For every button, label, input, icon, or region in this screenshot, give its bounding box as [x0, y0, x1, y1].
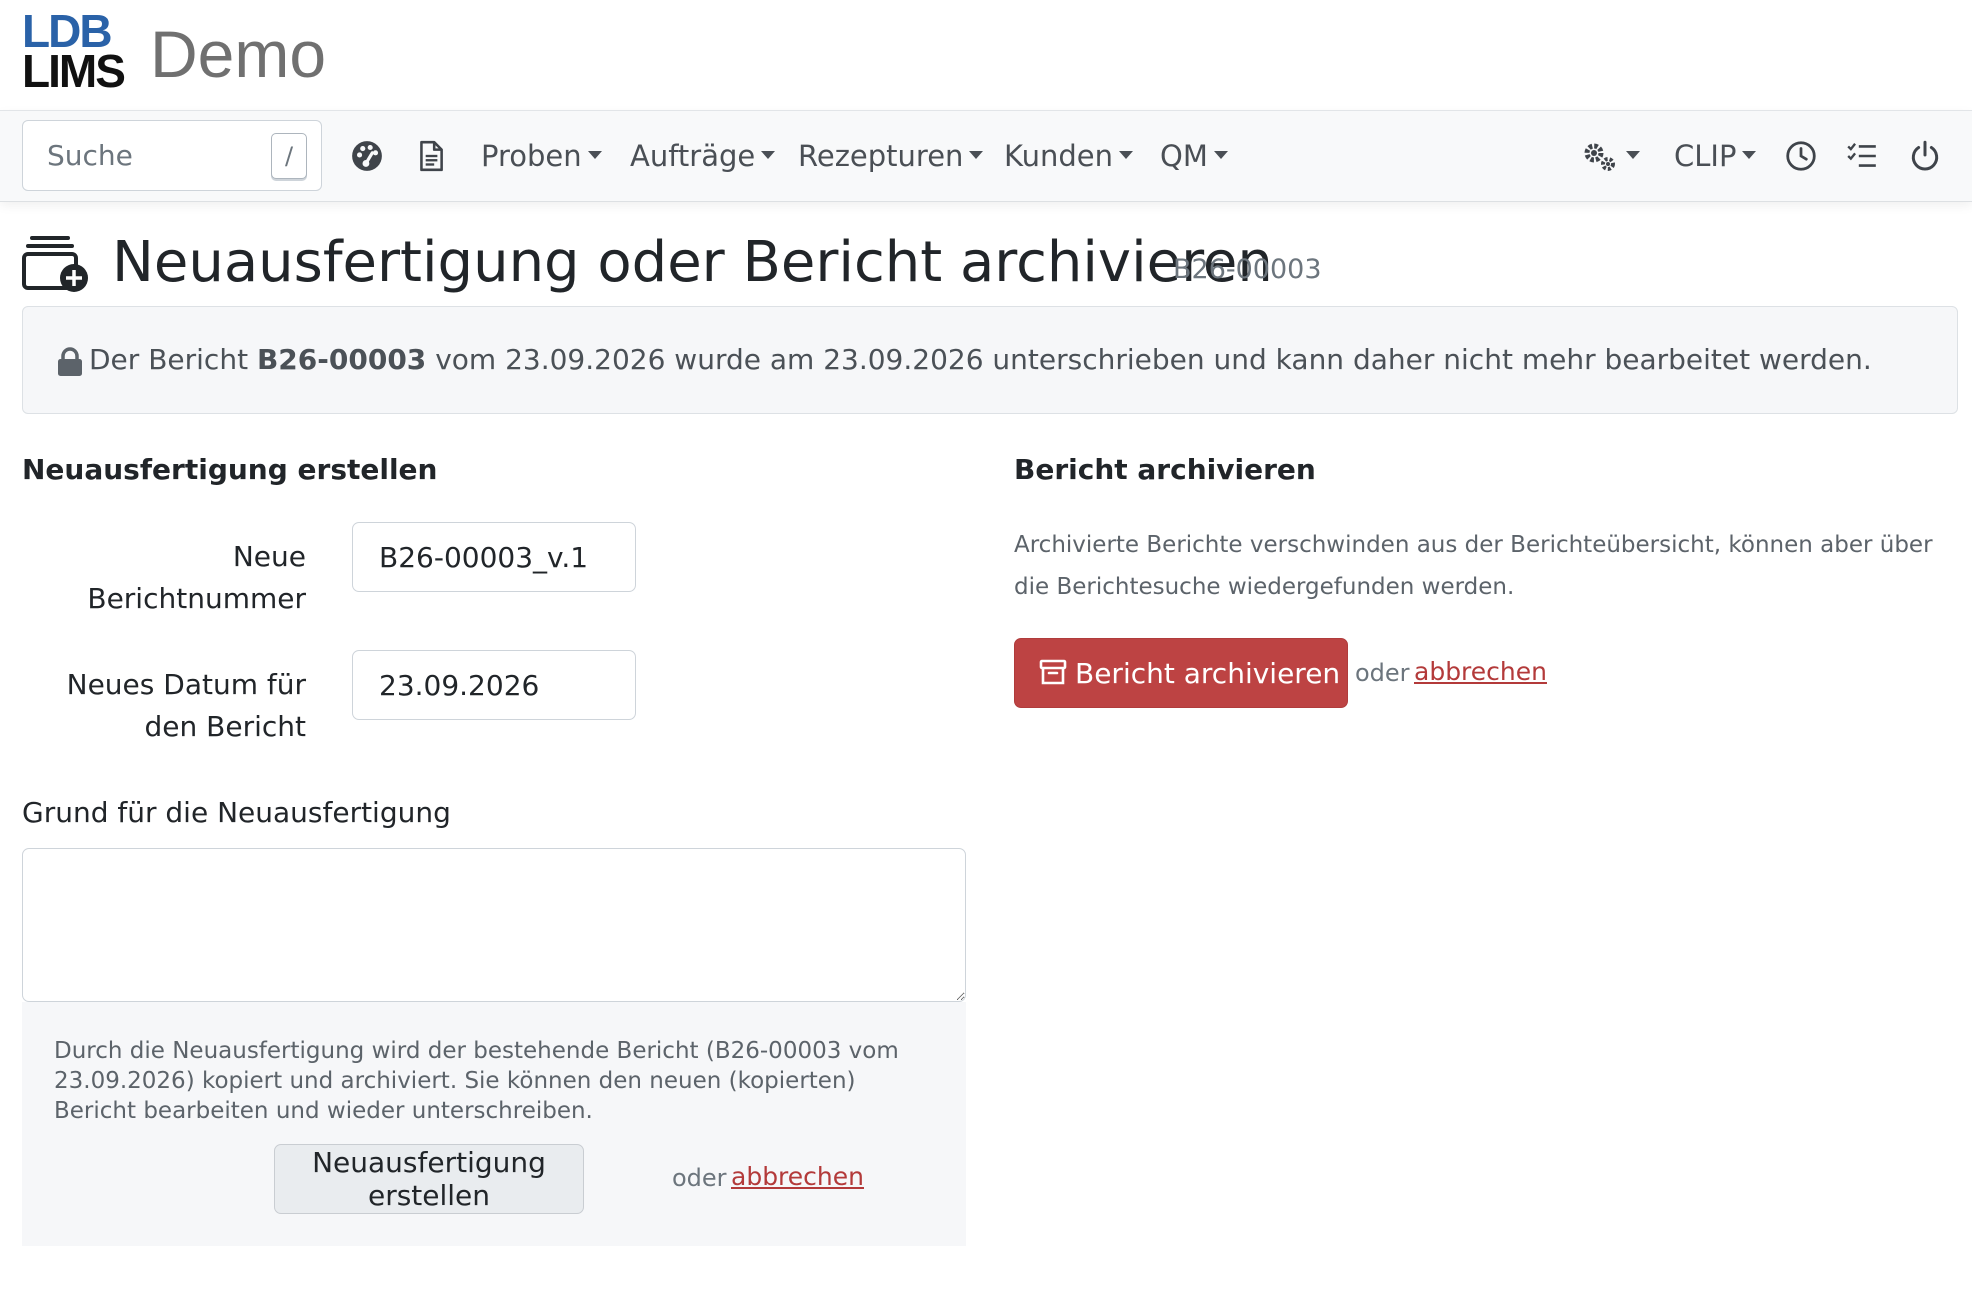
lock-icon	[58, 347, 82, 376]
ldb-lims-logo[interactable]: LDB LIMS	[22, 8, 126, 94]
chevron-down-icon	[1626, 151, 1640, 159]
dashboard-icon[interactable]	[350, 139, 384, 173]
new-date-input[interactable]	[352, 650, 636, 720]
brand-header: LDB LIMS Demo	[22, 8, 1972, 112]
reissue-cancel-link[interactable]: abbrechen	[731, 1157, 864, 1197]
nav-auftraege-dropdown[interactable]: Aufträge	[630, 131, 776, 181]
new-number-label: Neue Berichtnummer	[87, 540, 306, 615]
reissue-heading: Neuausfertigung erstellen	[22, 453, 438, 486]
search-box: /	[22, 120, 322, 191]
document-icon[interactable]	[414, 139, 448, 173]
archive-report-button[interactable]: Bericht archivieren	[1014, 638, 1348, 708]
nav-proben-dropdown[interactable]: Proben	[481, 131, 602, 181]
new-number-input[interactable]	[352, 522, 636, 592]
report-id-badge: B26-00003	[1173, 254, 1322, 285]
archive-or-text: oder	[1355, 659, 1410, 687]
search-input[interactable]	[23, 121, 263, 190]
chevron-down-icon	[1118, 151, 1133, 159]
chevron-down-icon	[587, 151, 602, 159]
search-shortcut-hint: /	[271, 133, 307, 179]
alert-suffix: vom 23.09.2026 wurde am 23.09.2026 unter…	[435, 343, 1872, 376]
create-reissue-button[interactable]: Neuausfertigung erstellen	[274, 1144, 584, 1214]
nav-kunden-dropdown[interactable]: Kunden	[1004, 131, 1133, 181]
alert-message: Der Bericht B26-00003 vom 23.09.2026 wur…	[89, 337, 1872, 383]
brand-title: Demo	[150, 17, 327, 91]
power-icon[interactable]	[1908, 139, 1942, 173]
nav-auftraege-label: Aufträge	[630, 139, 756, 173]
nav-qm-label: QM	[1160, 139, 1208, 173]
nav-qm-dropdown[interactable]: QM	[1160, 131, 1228, 181]
chevron-down-icon	[1742, 151, 1757, 159]
archive-cancel-link[interactable]: abbrechen	[1414, 652, 1547, 692]
clock-icon[interactable]	[1784, 139, 1818, 173]
nav-rezepturen-dropdown[interactable]: Rezepturen	[798, 131, 984, 181]
nav-proben-label: Proben	[481, 139, 582, 173]
page-header: Neuausfertigung oder Bericht archivieren…	[22, 228, 1922, 298]
archive-description: Archivierte Berichte verschwinden aus de…	[1014, 532, 1933, 600]
nav-kunden-label: Kunden	[1004, 139, 1113, 173]
reissue-info-box: Durch die Neuausfertigung wird der beste…	[22, 1002, 966, 1246]
archive-stack-plus-icon	[22, 236, 88, 292]
settings-dropdown[interactable]	[1582, 131, 1640, 181]
archive-button-label: Bericht archivieren	[1075, 656, 1341, 690]
chevron-down-icon	[1213, 151, 1228, 159]
user-dropdown[interactable]: CLIP	[1674, 131, 1757, 181]
archive-heading: Bericht archivieren	[1014, 453, 1316, 486]
alert-prefix: Der Bericht	[89, 343, 249, 376]
alert-report-id: B26-00003	[256, 343, 427, 376]
reason-textarea[interactable]	[22, 848, 966, 1002]
archive-box-icon	[1039, 659, 1067, 684]
locked-alert: Der Bericht B26-00003 vom 23.09.2026 wur…	[22, 306, 1958, 414]
chevron-down-icon	[969, 151, 984, 159]
user-label: CLIP	[1674, 139, 1737, 173]
nav-rezepturen-label: Rezepturen	[798, 139, 964, 173]
gears-icon	[1584, 143, 1615, 171]
task-list-icon[interactable]	[1845, 139, 1879, 173]
logo-line-2: LIMS	[22, 45, 126, 97]
navbar: / Proben Aufträge Rezepturen Kunden QM	[0, 110, 1972, 202]
page-title: Neuausfertigung oder Bericht archivieren	[112, 230, 1273, 295]
reissue-info-text: Durch die Neuausfertigung wird der beste…	[54, 1038, 899, 1124]
reissue-or-text: oder	[672, 1164, 727, 1192]
new-date-label: Neues Datum für den Bericht	[66, 668, 306, 743]
reason-label: Grund für die Neuausfertigung	[22, 796, 451, 829]
chevron-down-icon	[761, 151, 776, 159]
